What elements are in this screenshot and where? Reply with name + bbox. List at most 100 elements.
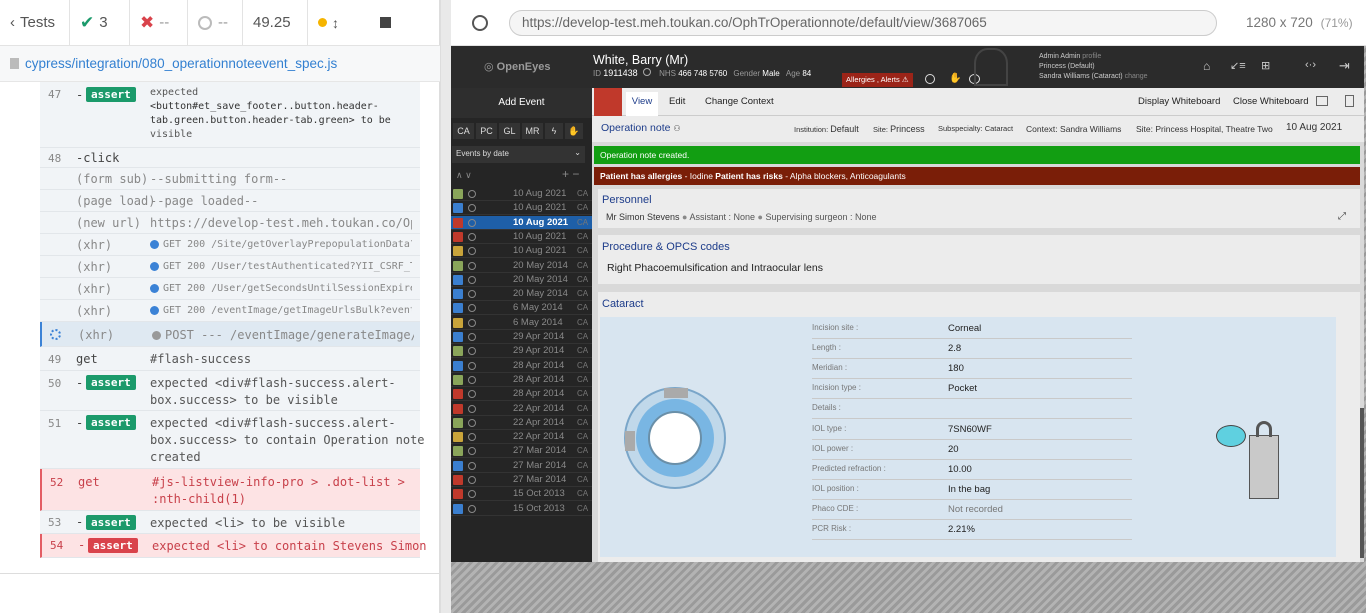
add-event-button[interactable]: Add Event [451,88,592,118]
panel-resizer[interactable] [440,0,451,613]
profile-link[interactable]: profile [1082,53,1101,60]
command-row-failed[interactable]: 54 - assert expected <li> to contain Ste… [40,534,427,558]
event-list-item[interactable]: 6 May 2014 CA [451,301,592,316]
running-indicator[interactable]: ↕ [308,0,370,46]
event-list-item[interactable]: 10 Aug 2021 CA [451,187,592,201]
procedure-name: Right Phacoemulsification and Intraocula… [607,262,823,274]
command-row[interactable]: (xhr) GET 200 /Site/getOverlayPrepopulat… [40,234,420,256]
filter-tab-mr[interactable]: MR [522,123,543,139]
tab-view[interactable]: View [626,92,658,116]
change-link[interactable]: change [1125,73,1148,80]
event-date: 28 Apr 2014 [513,373,565,385]
event-list-item[interactable]: 15 Oct 2013 CA [451,502,592,516]
command-row[interactable]: (xhr) GET 200 /eventImage/getImageUrlsBu… [40,300,420,322]
home-icon[interactable]: ⌂ [1203,59,1210,73]
command-row[interactable]: (new url) https://develop-test.meh.touka… [40,212,420,234]
stop-button[interactable] [370,0,410,46]
event-list-item[interactable]: 29 Apr 2014 CA [451,330,592,344]
spec-path-bar[interactable]: cypress/integration/080_operationnoteeve… [0,46,440,82]
event-list-item[interactable]: 22 Apr 2014 CA [451,402,592,416]
event-list-item[interactable]: 27 Mar 2014 CA [451,459,592,473]
openeyes-logo[interactable]: ◎ OpenEyes [484,60,550,73]
tests-label: Tests [20,14,56,31]
failed-value: -- [159,14,170,31]
trash-icon[interactable] [1345,95,1354,107]
spec-path: cypress/integration/080_operationnoteeve… [25,56,338,71]
cataract-value: 7SN60WF [948,423,992,435]
command-row-failed[interactable]: 52 get #js-listview-info-pro > .dot-list… [40,469,420,511]
eye-icon [468,247,476,256]
command-row[interactable]: (form sub) --submitting form-- [40,168,420,190]
events-by-select[interactable]: Events by date ⌄ [452,146,585,163]
command-row[interactable]: (xhr) GET 200 /User/getSecondsUntilSessi… [40,278,420,300]
event-list-item[interactable]: 22 Apr 2014 CA [451,416,592,430]
command-row[interactable]: 51 - assert expected <div#flash-success.… [40,411,425,469]
event-list-item[interactable]: 28 Apr 2014 CA [451,373,592,387]
event-type-icon [453,203,463,214]
xhr-text: POST --- /eventImage/generateImage/3… [165,328,414,342]
command-row[interactable]: 53 - assert expected <li> to be visible [40,511,420,534]
command-row[interactable]: (xhr) GET 200 /User/testAuthenticated?YI… [40,256,420,278]
url-bar[interactable]: https://develop-test.meh.toukan.co/OphTr… [509,10,1217,36]
event-list-item[interactable]: 27 Mar 2014 CA [451,473,592,487]
stats-icon[interactable]: ↙≡ [1230,59,1246,72]
info-icon[interactable] [642,68,651,76]
event-list-item[interactable]: 15 Oct 2013 CA [451,487,592,502]
event-date: 15 Oct 2013 [513,502,565,514]
eye-icon [468,418,476,427]
tests-button[interactable]: ‹ Tests [0,0,70,46]
display-whiteboard-button[interactable]: Display Whiteboard [1138,96,1220,107]
event-date: 22 Apr 2014 [513,402,565,414]
event-list-item[interactable]: 10 Aug 2021 CA [451,201,592,216]
institution: Institution: Default [794,124,859,134]
hand-icon[interactable]: ✋ [949,73,961,84]
event-list-item[interactable]: 10 Aug 2021 CA [451,230,592,244]
command-row[interactable]: 50 - assert expected <div#flash-success.… [40,371,420,411]
event-list-item[interactable]: 10 Aug 2021 CA [451,244,592,259]
lightning-icon[interactable]: ϟ [545,123,563,139]
event-list-item[interactable]: 27 Mar 2014 CA [451,444,592,459]
filter-tab-gl[interactable]: GL [499,123,520,139]
scrollbar[interactable] [1360,408,1364,558]
command-row[interactable]: (page load) --page loaded-- [40,190,420,212]
filter-tab-ca[interactable]: CA [453,123,474,139]
info-circle-icon[interactable] [925,74,935,84]
tab-change-context[interactable]: Change Context [705,96,774,107]
user-name: Admin Admin [1039,53,1081,60]
event-subspecialty: CA [577,203,589,213]
event-list-item[interactable]: 10 Aug 2021 CA [451,215,592,230]
event-list-item[interactable]: 20 May 2014 CA [451,259,592,273]
event-list-item[interactable]: 28 Apr 2014 CA [451,359,592,373]
code-icon[interactable]: ‹·› [1305,59,1316,71]
event-date: 27 Mar 2014 [513,445,567,457]
event-list-item[interactable]: 20 May 2014 CA [451,273,592,287]
event-list-item[interactable]: 22 Apr 2014 CA [451,430,592,445]
event-date: 27 Mar 2014 [513,459,567,471]
alerts-button[interactable]: Allergies , Alerts ⚠ [842,73,913,87]
command-row[interactable]: 47 - assert expected <button#et_save_foo… [40,82,420,148]
cataract-label: Meridian : [812,363,848,373]
viewport-info[interactable]: 1280 x 720 (71%) [1246,15,1353,30]
tab-edit[interactable]: Edit [669,96,685,107]
selector-playground-icon[interactable] [472,15,488,31]
command-row-pending[interactable]: (xhr) POST --- /eventImage/generateImage… [40,322,420,347]
command-name: (xhr) [76,260,113,274]
expand-icon[interactable]: ⤢ [1338,211,1346,222]
close-whiteboard-button[interactable]: Close Whiteboard [1233,96,1309,107]
print-icon[interactable] [1316,96,1328,106]
grid-icon[interactable]: ⊞ [1261,59,1270,72]
command-row[interactable]: 48 -click [40,148,420,168]
expand-icon[interactable]: + − [562,167,579,181]
hand-filter-icon[interactable]: ✋ [565,123,583,139]
command-message: GET 200 /Site/getOverlayPrepopulationDat… [150,239,412,250]
logout-icon[interactable]: ⇥ [1339,58,1350,74]
event-list-item[interactable]: 20 May 2014 CA [451,287,592,302]
filter-tab-pc[interactable]: PC [476,123,497,139]
command-row[interactable]: 49 get #flash-success [40,347,420,371]
event-list-item[interactable]: 6 May 2014 CA [451,316,592,330]
event-list-item[interactable]: 28 Apr 2014 CA [451,387,592,402]
event-list-item[interactable]: 29 Apr 2014 CA [451,344,592,359]
event-date: 10 Aug 2021 [513,216,569,228]
collapse-icon[interactable]: ∧ ∨ [456,170,472,181]
patient-name[interactable]: White, Barry (Mr) [593,53,688,67]
